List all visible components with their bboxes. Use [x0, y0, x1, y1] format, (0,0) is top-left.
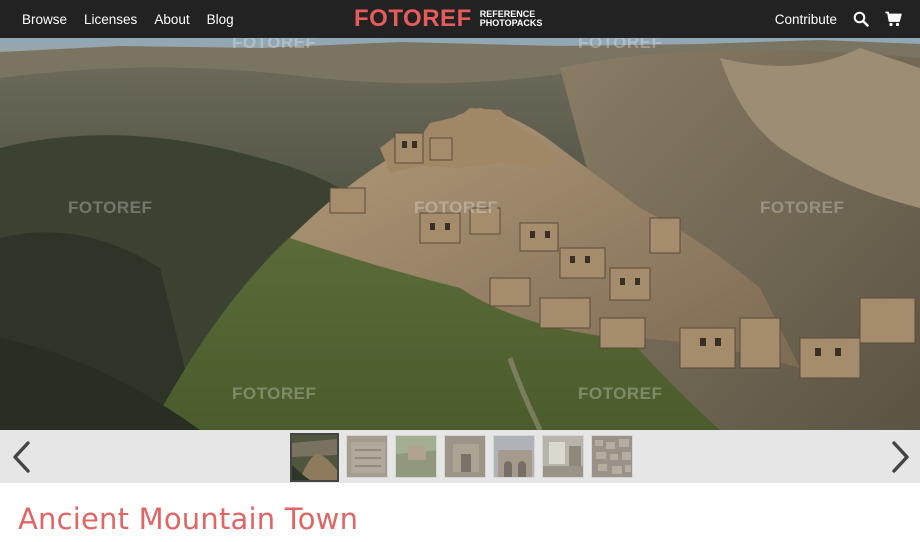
nav-link-blog[interactable]: Blog [207, 12, 234, 27]
nav-link-browse[interactable]: Browse [22, 12, 67, 27]
brand-tagline-line2: PHOTOPACKS [479, 18, 543, 28]
watermark-text: FOTOREF [232, 38, 317, 52]
thumbnail-list [290, 433, 633, 482]
chevron-left-icon[interactable] [10, 440, 34, 474]
brand-logo[interactable]: FOTOREF REFERENCE PHOTOPACKS [354, 0, 542, 38]
nav-link-about[interactable]: About [154, 12, 189, 27]
hero-image [0, 38, 920, 430]
brand-tagline-line1: REFERENCE [479, 8, 536, 19]
thumbnail-2[interactable] [346, 435, 388, 478]
brand-tagline: REFERENCE PHOTOPACKS [479, 8, 543, 29]
nav-actions: Contribute [775, 0, 902, 38]
watermark-text: FOTOREF [68, 198, 153, 217]
thumbnail-5[interactable] [493, 435, 535, 478]
chevron-right-icon[interactable] [888, 440, 912, 474]
watermark-text: FOTOREF [760, 198, 845, 217]
brand-name: FOTOREF [354, 5, 472, 32]
thumbnail-1[interactable] [290, 433, 339, 482]
contribute-link[interactable]: Contribute [775, 12, 837, 27]
watermark-text: FOTOREF [578, 38, 663, 52]
nav-link-licenses[interactable]: Licenses [84, 12, 137, 27]
hero-photo[interactable]: FOTOREF FOTOREF FOTOREF FOTOREF FOTOREF … [0, 38, 920, 430]
cart-icon[interactable] [885, 11, 902, 27]
watermark-text: FOTOREF [578, 384, 663, 403]
thumbnail-7[interactable] [591, 435, 633, 478]
thumbnail-4[interactable] [444, 435, 486, 478]
page-title: Ancient Mountain Town [18, 502, 359, 536]
thumbnail-6[interactable] [542, 435, 584, 478]
watermark-text: FOTOREF [414, 198, 499, 217]
search-icon[interactable] [853, 11, 869, 27]
thumbnail-3[interactable] [395, 435, 437, 478]
nav-links: Browse Licenses About Blog [22, 0, 234, 38]
thumbnail-strip [0, 430, 920, 483]
watermark-text: FOTOREF [232, 384, 317, 403]
top-navigation-bar: Browse Licenses About Blog FOTOREF REFER… [0, 0, 920, 38]
